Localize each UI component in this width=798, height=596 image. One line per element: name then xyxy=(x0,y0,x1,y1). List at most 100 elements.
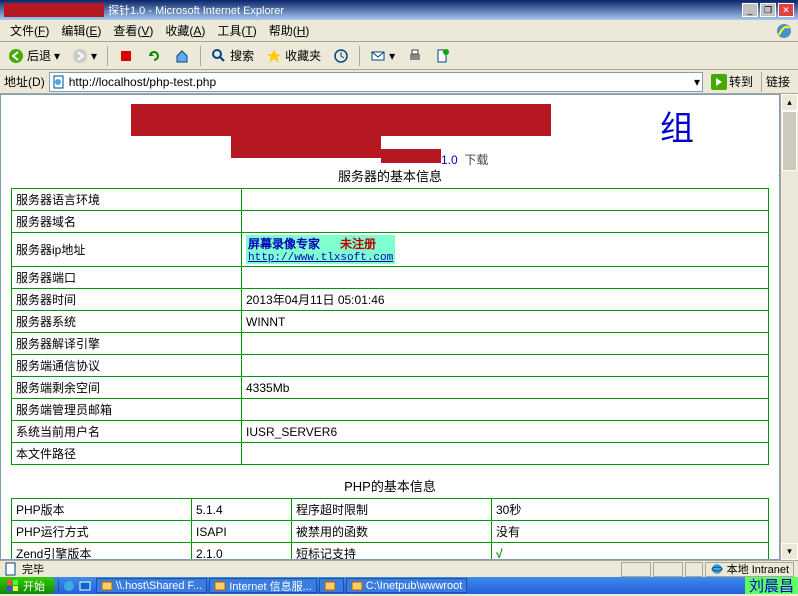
table-value xyxy=(242,211,769,233)
table-value: √ xyxy=(492,543,769,561)
table-label: 服务器端口 xyxy=(12,267,242,289)
forward-button[interactable]: ▾ xyxy=(68,46,101,66)
quicklaunch-icon[interactable] xyxy=(78,579,92,593)
table-value: IUSR_SERVER6 xyxy=(242,421,769,443)
table-label: PHP运行方式 xyxy=(12,521,192,543)
menu-f[interactable]: 文件(F) xyxy=(4,22,55,40)
page-icon xyxy=(52,75,66,89)
taskbar: 开始 \\.host\Shared F...Internet 信息服... C:\… xyxy=(0,577,798,594)
stop-button[interactable] xyxy=(114,46,138,66)
table-value xyxy=(242,443,769,465)
table-label: 服务器系统 xyxy=(12,311,242,333)
star-icon xyxy=(266,48,282,64)
menubar: 文件(F)编辑(E)查看(V)收藏(A)工具(T)帮助(H) xyxy=(0,20,798,42)
address-input[interactable] xyxy=(69,75,694,89)
search-button[interactable]: 搜索 xyxy=(207,45,258,66)
scroll-thumb[interactable] xyxy=(782,111,797,171)
print-button[interactable] xyxy=(403,46,427,66)
table-label: 被禁用的函数 xyxy=(292,521,492,543)
download-link[interactable]: 下载 xyxy=(464,153,488,167)
table-label: 服务端剩余空间 xyxy=(12,377,242,399)
start-label: 开始 xyxy=(23,578,45,594)
minimize-button[interactable]: _ xyxy=(742,3,758,17)
mail-icon xyxy=(370,48,386,64)
menu-a[interactable]: 收藏(A) xyxy=(159,22,211,40)
table-label: Zend引擎版本 xyxy=(12,543,192,561)
search-icon xyxy=(211,48,227,64)
taskbar-item[interactable] xyxy=(319,578,344,593)
close-button[interactable]: ✕ xyxy=(778,3,794,17)
vertical-scrollbar[interactable]: ▴ ▾ xyxy=(780,94,798,560)
table-value xyxy=(242,355,769,377)
table-label: 服务器时间 xyxy=(12,289,242,311)
dropdown-icon: ▾ xyxy=(91,49,97,63)
status-bar: 完毕 本地 Intranet xyxy=(0,560,798,577)
mail-button[interactable]: ▾ xyxy=(366,46,399,66)
start-button[interactable]: 开始 xyxy=(0,577,55,594)
forward-icon xyxy=(72,48,88,64)
window-title: 探针1.0 - Microsoft Internet Explorer xyxy=(108,2,284,18)
maximize-button[interactable]: ❐ xyxy=(760,3,776,17)
address-bar: 地址(D) ▾ 转到 链接 xyxy=(0,70,798,94)
taskbar-item[interactable]: \\.host\Shared F... xyxy=(96,578,207,593)
table-value: 2.1.0 xyxy=(192,543,292,561)
menu-h[interactable]: 帮助(H) xyxy=(263,22,316,40)
status-text: 完毕 xyxy=(22,561,44,577)
taskbar-item[interactable]: C:\Inetpub\wwwroot xyxy=(346,578,468,593)
table-value: 4335Mb xyxy=(242,377,769,399)
go-button[interactable]: 转到 xyxy=(707,71,757,92)
dropdown-icon[interactable]: ▾ xyxy=(694,75,700,89)
back-button[interactable]: 后退 ▾ xyxy=(4,45,64,66)
home-icon xyxy=(174,48,190,64)
table-value: ISAPI xyxy=(192,521,292,543)
menu-t[interactable]: 工具(T) xyxy=(211,22,262,40)
history-button[interactable] xyxy=(329,46,353,66)
server-info-table: 服务器的基本信息 服务器语言环境服务器域名服务器ip地址屏幕录像专家未注册htt… xyxy=(11,163,769,465)
table-label: 服务端通信协议 xyxy=(12,355,242,377)
quicklaunch-icon[interactable] xyxy=(62,579,76,593)
intranet-icon xyxy=(710,562,724,576)
table-value xyxy=(242,189,769,211)
menu-e[interactable]: 编辑(E) xyxy=(55,22,107,40)
toolbar: 后退 ▾ ▾ 搜索 收藏夹 ▾ xyxy=(0,42,798,70)
favorites-button[interactable]: 收藏夹 xyxy=(262,45,325,66)
refresh-icon xyxy=(146,48,162,64)
ie-logo-icon xyxy=(774,22,794,40)
search-label: 搜索 xyxy=(230,47,254,64)
table-label: PHP版本 xyxy=(12,499,192,521)
redacted-title-icon xyxy=(4,3,104,17)
table-label: 程序超时限制 xyxy=(292,499,492,521)
table-label: 服务器解译引擎 xyxy=(12,333,242,355)
table-label: 系统当前用户名 xyxy=(12,421,242,443)
scroll-up-button[interactable]: ▴ xyxy=(781,94,798,111)
links-button[interactable]: 链接 xyxy=(761,72,794,92)
browser-viewport: 组 1.0 下载 服务器的基本信息 服务器语言环境服务器域名服务器ip地址屏幕录… xyxy=(0,94,780,560)
stop-icon xyxy=(118,48,134,64)
history-icon xyxy=(333,48,349,64)
table-value: 没有 xyxy=(492,521,769,543)
home-button[interactable] xyxy=(170,46,194,66)
windows-icon xyxy=(6,579,20,593)
redaction-icon xyxy=(381,149,441,163)
php-info-table: PHP的基本信息 PHP版本5.1.4程序超时限制30秒PHP运行方式ISAPI… xyxy=(11,473,769,560)
table-value xyxy=(242,333,769,355)
edit-button[interactable] xyxy=(431,46,455,66)
scroll-down-button[interactable]: ▾ xyxy=(781,543,798,560)
page-heading: 组 1.0 下载 xyxy=(11,99,769,159)
edit-icon xyxy=(435,48,451,64)
redaction-icon xyxy=(231,136,381,158)
refresh-button[interactable] xyxy=(142,46,166,66)
window-titlebar: 探针1.0 - Microsoft Internet Explorer _ ❐ … xyxy=(0,0,798,20)
go-icon xyxy=(711,74,727,90)
back-label: 后退 xyxy=(27,47,51,64)
table-label: 短标记支持 xyxy=(292,543,492,561)
address-label: 地址(D) xyxy=(4,73,45,90)
table-value xyxy=(242,267,769,289)
back-icon xyxy=(8,48,24,64)
table-value: 屏幕录像专家未注册http://www.tlxsoft.com xyxy=(242,233,769,267)
heading-fragment: 组 xyxy=(660,101,694,150)
table-label: 服务端管理员邮箱 xyxy=(12,399,242,421)
menu-v[interactable]: 查看(V) xyxy=(107,22,159,40)
table-label: 服务器ip地址 xyxy=(12,233,242,267)
taskbar-item[interactable]: Internet 信息服... xyxy=(209,578,317,593)
